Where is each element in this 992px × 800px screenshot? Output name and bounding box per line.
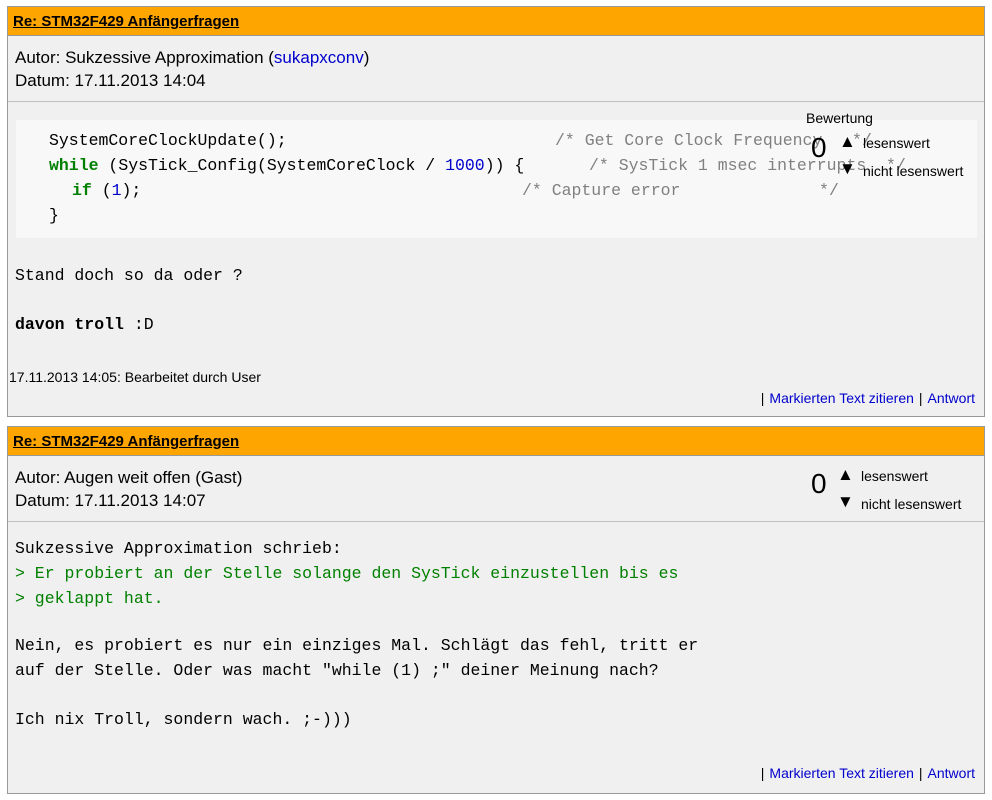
separator: |: [760, 390, 765, 406]
bold-text: davon troll: [15, 315, 124, 334]
forum-post: Re: STM32F429 Anfängerfragen Autor: Sukz…: [7, 6, 985, 417]
post-date: Datum: 17.11.2013 14:07: [15, 491, 206, 510]
code-line: SystemCoreClockUpdate();: [49, 131, 287, 150]
author-line: Autor: Augen weit offen (Gast): [15, 468, 243, 487]
code-keyword: while: [49, 156, 99, 175]
separator: |: [918, 765, 923, 781]
edited-note: 17.11.2013 14:05: Bearbeitet durch User: [9, 369, 261, 385]
downvote-arrow-icon[interactable]: ▼: [839, 160, 856, 177]
code-line: }: [49, 206, 59, 225]
reply-link[interactable]: Antwort: [928, 390, 975, 406]
code-text: }: [49, 206, 59, 225]
downvote-arrow-icon[interactable]: ▼: [837, 493, 854, 510]
code-keyword: if: [72, 181, 92, 200]
post-title-link[interactable]: Re: STM32F429 Anfängerfragen: [13, 433, 239, 450]
code-block: SystemCoreClockUpdate(); /* Get Core Clo…: [16, 120, 977, 238]
code-number: 1000: [445, 156, 485, 175]
quote-line: > geklappt hat.: [15, 589, 164, 608]
upvote-arrow-icon[interactable]: ▲: [837, 466, 854, 483]
post-title-link[interactable]: Re: STM32F429 Anfängerfragen: [13, 13, 239, 30]
author-prefix: Autor:: [15, 48, 66, 67]
separator: |: [760, 765, 765, 781]
code-text: (SysTick_Config(SystemCoreClock /: [98, 156, 446, 175]
code-text: SystemCoreClockUpdate();: [49, 131, 287, 150]
post-text: :D: [123, 315, 154, 334]
rating-count: 0: [811, 132, 827, 163]
post-header: Re: STM32F429 Anfängerfragen: [8, 7, 984, 36]
rating-title: Bewertung: [806, 110, 873, 126]
post-actions: | Markierten Text zitieren | Antwort: [756, 765, 975, 781]
downvote-label[interactable]: nicht lesenswert: [861, 496, 961, 512]
post-meta: Autor: Augen weit offen (Gast) Datum: 17…: [8, 456, 984, 522]
quote-selected-link[interactable]: Markierten Text zitieren: [769, 390, 913, 406]
author-suffix: ): [363, 48, 370, 67]
forum-post: Re: STM32F429 Anfängerfragen Autor: Auge…: [7, 426, 985, 794]
post-date: Datum: 17.11.2013 14:04: [15, 71, 206, 90]
code-text: );: [121, 181, 142, 200]
post-text-line: Nein, es probiert es nur ein einziges Ma…: [15, 636, 699, 655]
code-comment: /* SysTick 1 msec interrupts */: [589, 156, 906, 175]
separator: |: [918, 390, 923, 406]
code-text: )) {: [484, 156, 535, 175]
rating-count: 0: [811, 468, 827, 499]
post-text-line: davon troll :D: [15, 315, 154, 334]
downvote-label[interactable]: nicht lesenswert: [863, 163, 963, 179]
author-name: Sukzessive Approximation (: [65, 48, 274, 67]
post-text-line: Ich nix Troll, sondern wach. ;-))): [15, 710, 352, 729]
post-text-line: Stand doch so da oder ?: [15, 266, 243, 285]
code-text: (: [91, 181, 112, 200]
post-actions: | Markierten Text zitieren | Antwort: [756, 390, 975, 406]
code-line: if (1);: [72, 181, 141, 200]
upvote-arrow-icon[interactable]: ▲: [839, 133, 856, 150]
post-text-line: auf der Stelle. Oder was macht "while (1…: [15, 661, 659, 680]
author-line: Autor: Sukzessive Approximation (sukapxc…: [15, 48, 369, 68]
upvote-label[interactable]: lesenswert: [863, 135, 930, 151]
code-line: while (SysTick_Config(SystemCoreClock / …: [49, 156, 534, 175]
post-meta: Autor: Sukzessive Approximation (sukapxc…: [8, 36, 984, 102]
upvote-label[interactable]: lesenswert: [861, 468, 928, 484]
quote-line: > Er probiert an der Stelle solange den …: [15, 564, 679, 583]
author-username-link[interactable]: sukapxconv: [274, 48, 364, 67]
code-comment: /* Capture error */: [522, 181, 839, 200]
post-header: Re: STM32F429 Anfängerfragen: [8, 427, 984, 456]
quote-selected-link[interactable]: Markierten Text zitieren: [769, 765, 913, 781]
code-number: 1: [111, 181, 122, 200]
reply-link[interactable]: Antwort: [928, 765, 975, 781]
post-text-line: Sukzessive Approximation schrieb:: [15, 539, 342, 558]
